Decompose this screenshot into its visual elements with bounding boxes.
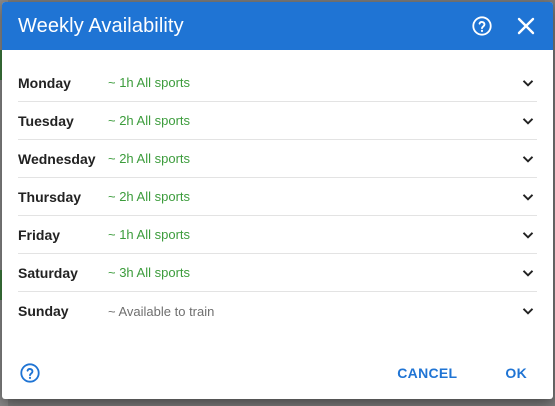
chevron-down-icon[interactable] bbox=[519, 302, 537, 320]
availability-summary: ~ 3h All sports bbox=[108, 265, 191, 280]
help-circle-icon[interactable] bbox=[469, 13, 495, 39]
day-label: Friday bbox=[18, 226, 61, 243]
day-label: Wednesday bbox=[18, 150, 96, 167]
availability-summary: ~ 2h All sports bbox=[108, 151, 191, 166]
day-row-saturday[interactable]: Saturday ~ 3h All sports bbox=[18, 254, 537, 292]
weekly-availability-dialog: Weekly Availability Monday ~ 1h All spor… bbox=[2, 2, 553, 399]
dialog-title: Weekly Availability bbox=[18, 14, 184, 37]
availability-summary: ~ 2h All sports bbox=[108, 189, 191, 204]
chevron-down-icon[interactable] bbox=[519, 226, 537, 244]
dialog-footer: CANCEL OK bbox=[2, 347, 553, 399]
chevron-down-icon[interactable] bbox=[519, 112, 537, 130]
availability-summary: ~ 2h All sports bbox=[108, 113, 191, 128]
day-label: Saturday bbox=[18, 264, 78, 281]
day-row-friday[interactable]: Friday ~ 1h All sports bbox=[18, 216, 537, 254]
day-row-tuesday[interactable]: Tuesday ~ 2h All sports bbox=[18, 102, 537, 140]
day-label: Sunday bbox=[18, 303, 69, 319]
close-icon[interactable] bbox=[513, 13, 539, 39]
day-label: Thursday bbox=[18, 188, 82, 205]
availability-summary: ~ Available to train bbox=[108, 303, 215, 319]
day-label: Monday bbox=[18, 74, 71, 91]
day-row-monday[interactable]: Monday ~ 1h All sports bbox=[18, 64, 537, 102]
chevron-down-icon[interactable] bbox=[519, 74, 537, 92]
chevron-down-icon[interactable] bbox=[519, 264, 537, 282]
day-label: Tuesday bbox=[18, 112, 74, 129]
day-row-thursday[interactable]: Thursday ~ 2h All sports bbox=[18, 178, 537, 216]
ok-button[interactable]: OK bbox=[495, 357, 537, 389]
day-row-sunday[interactable]: Sunday ~ Available to train bbox=[18, 292, 537, 330]
cancel-button[interactable]: CANCEL bbox=[387, 357, 467, 389]
help-circle-icon[interactable] bbox=[18, 361, 42, 385]
day-list: Monday ~ 1h All sports Tuesday ~ 2h All … bbox=[18, 64, 537, 330]
dialog-header: Weekly Availability bbox=[2, 2, 553, 50]
day-row-wednesday[interactable]: Wednesday ~ 2h All sports bbox=[18, 140, 537, 178]
availability-summary: ~ 1h All sports bbox=[108, 227, 191, 242]
chevron-down-icon[interactable] bbox=[519, 150, 537, 168]
availability-summary: ~ 1h All sports bbox=[108, 75, 191, 90]
chevron-down-icon[interactable] bbox=[519, 188, 537, 206]
